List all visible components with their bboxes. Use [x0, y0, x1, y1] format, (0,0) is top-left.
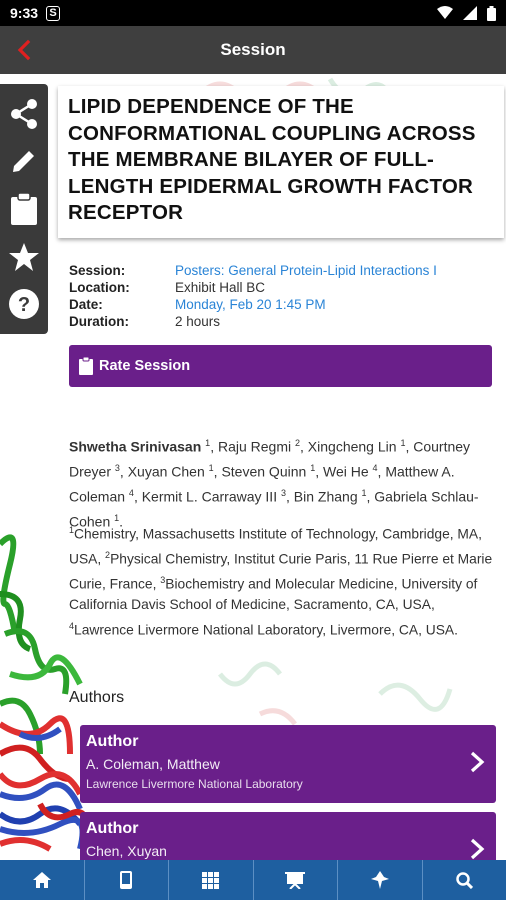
bottom-navigation [0, 860, 506, 900]
author-card[interactable]: Author A. Coleman, Matthew Lawrence Live… [80, 725, 496, 803]
nav-presentations[interactable] [254, 860, 338, 900]
page-title: Session [220, 40, 286, 59]
presentation-icon [285, 871, 306, 889]
author-name: Chen, Xuyan [86, 843, 167, 859]
rate-session-button[interactable]: Rate Session [69, 345, 492, 387]
nav-map[interactable] [338, 860, 423, 900]
share-icon [11, 98, 37, 129]
battery-icon [487, 5, 496, 21]
date-label: Date: [69, 297, 103, 312]
author-organization: Lawrence Livermore National Laboratory [86, 777, 303, 791]
clipboard-icon [11, 192, 37, 225]
chevron-right-icon [470, 751, 485, 773]
status-time: 9:33 [10, 5, 39, 21]
svg-text:?: ? [18, 294, 30, 316]
session-link[interactable]: Posters: General Protein-Lipid Interacti… [175, 262, 437, 279]
side-toolbar: ? [0, 84, 48, 334]
authors-heading: Authors [69, 689, 125, 706]
chevron-right-icon [470, 838, 485, 860]
mobile-icon [120, 871, 133, 889]
author-role: Author [86, 820, 139, 837]
grid-icon [202, 871, 220, 889]
session-title: LIPID DEPENDENCE OF THE CONFORMATIONAL C… [68, 95, 476, 224]
home-icon [32, 872, 51, 888]
session-meta: Session: Posters: General Protein-Lipid … [69, 262, 437, 330]
session-title-card: LIPID DEPENDENCE OF THE CONFORMATIONAL C… [58, 86, 504, 238]
session-label: Session: [69, 263, 126, 278]
signal-icon [463, 6, 477, 20]
duration-value: 2 hours [175, 314, 221, 329]
app-bar: Session [0, 26, 506, 74]
first-author: Shwetha Srinivasan [69, 438, 202, 455]
notes-button[interactable] [6, 191, 42, 227]
location-label: Location: [69, 280, 130, 295]
favorite-button[interactable] [6, 239, 42, 275]
help-button[interactable]: ? [6, 286, 42, 322]
share-button[interactable] [6, 96, 42, 132]
app-notification-icon: S [46, 5, 61, 21]
nav-mobile[interactable] [85, 860, 169, 900]
affiliations: 1Chemistry, Massachusetts Institute of T… [69, 525, 493, 638]
clipboard-icon [79, 357, 93, 375]
wifi-icon [437, 6, 453, 19]
nav-home[interactable] [0, 860, 85, 900]
back-arrow-icon[interactable] [12, 38, 36, 62]
rate-session-label: Rate Session [99, 358, 191, 374]
map-pin-icon [370, 871, 389, 889]
nav-search[interactable] [423, 860, 506, 900]
author-name: A. Coleman, Matthew [86, 756, 220, 772]
edit-icon [13, 151, 34, 173]
edit-button[interactable] [6, 143, 42, 179]
date-link[interactable]: Monday, Feb 20 1:45 PM [175, 296, 326, 313]
nav-grid[interactable] [169, 860, 254, 900]
search-icon [456, 871, 473, 889]
location-value: Exhibit Hall BC [175, 280, 266, 295]
author-list: Shwetha Srinivasan 1, Raju Regmi 2, Xing… [69, 438, 479, 531]
duration-label: Duration: [69, 314, 129, 329]
status-bar: 9:33 S [0, 0, 506, 26]
help-icon: ? [9, 289, 39, 320]
star-icon [9, 242, 39, 271]
author-role: Author [86, 733, 139, 750]
